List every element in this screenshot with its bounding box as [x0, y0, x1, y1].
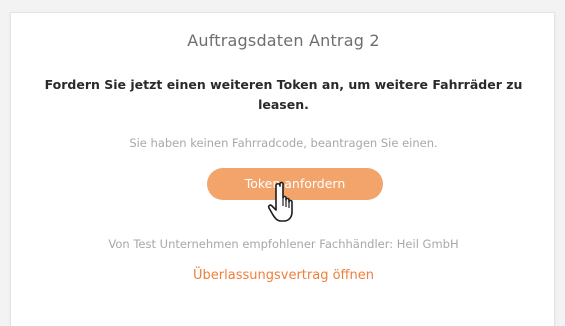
token-request-headline: Fordern Sie jetzt einen weiteren Token a… — [44, 77, 523, 112]
card-title: Auftragsdaten Antrag 2 — [187, 31, 380, 50]
hand-pointer-icon — [267, 181, 293, 222]
open-contract-link[interactable]: Überlassungsvertrag öffnen — [11, 268, 556, 283]
order-data-card: Auftragsdaten Antrag 2 Fordern Sie jetzt… — [10, 12, 555, 326]
page: Auftragsdaten Antrag 2 Fordern Sie jetzt… — [0, 0, 565, 326]
recommended-dealer-text: Von Test Unternehmen empfohlener Fachhän… — [108, 237, 459, 251]
no-bike-code-info: Sie haben keinen Fahrradcode, beantragen… — [129, 136, 438, 150]
